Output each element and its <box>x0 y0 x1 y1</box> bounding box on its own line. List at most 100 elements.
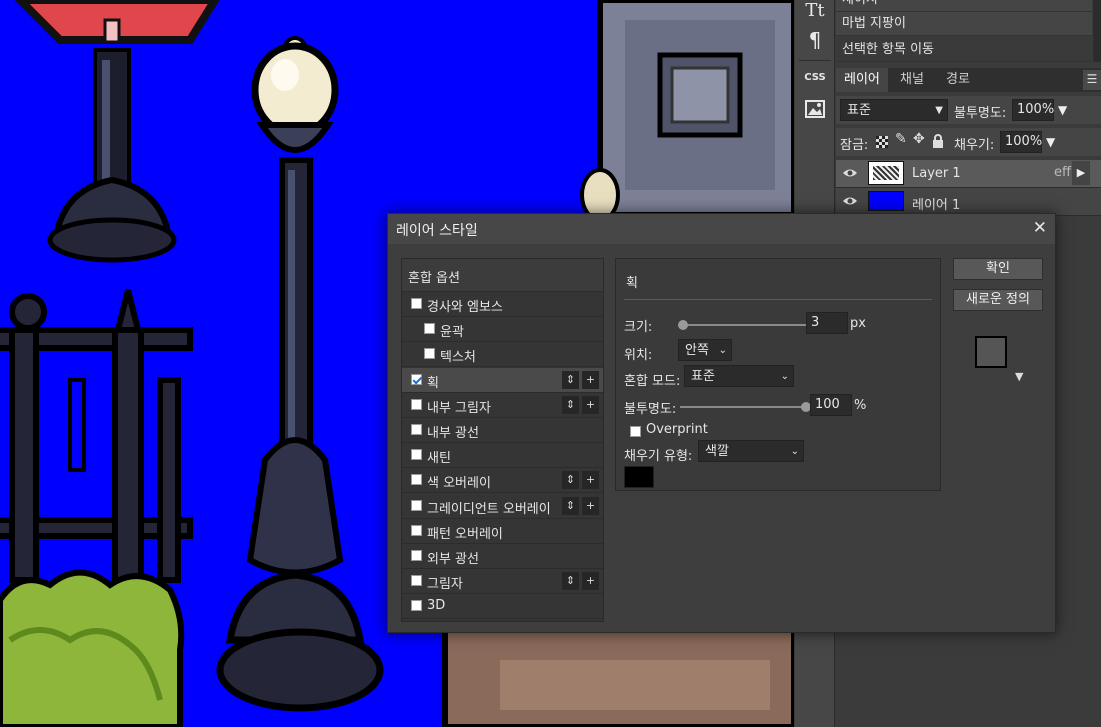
opacity-unit: % <box>854 398 867 413</box>
style-item[interactable]: 경사와 엠보스 <box>402 292 603 317</box>
reorder-icon[interactable]: ⇕ <box>562 471 579 490</box>
blending-options-item[interactable]: 혼합 옵션 <box>402 259 603 292</box>
style-label: 새틴 <box>427 451 451 467</box>
add-icon[interactable]: + <box>582 370 599 389</box>
style-label: 경사와 엠보스 <box>427 300 503 315</box>
blend-opacity-row: 표준 ▼ 불투명도: 100% ▼ <box>836 96 1101 124</box>
style-checkbox[interactable] <box>424 348 435 360</box>
style-item[interactable]: 색 오버레이 ⇕ + <box>402 468 603 494</box>
style-item[interactable]: 윤곽 <box>402 317 603 343</box>
add-icon[interactable]: + <box>582 395 599 414</box>
opacity-input[interactable]: 100 <box>810 394 852 416</box>
dialog-titlebar[interactable]: 레이어 스타일 ✕ <box>388 214 1055 244</box>
paragraph-icon[interactable]: ¶ <box>795 28 835 52</box>
blend-mode-value: 표준 <box>691 369 715 384</box>
eye-icon[interactable] <box>842 166 858 180</box>
layer-fill-input[interactable]: 100% <box>1000 131 1042 153</box>
style-preview <box>975 336 1007 368</box>
style-checkbox[interactable] <box>411 524 422 536</box>
style-label: 그레이디언트 오버레이 <box>427 501 551 517</box>
layer-blend-select[interactable]: 표준 ▼ <box>840 99 948 121</box>
style-label: 패턴 오버레이 <box>427 526 503 542</box>
style-item[interactable]: 텍스처 <box>402 342 603 368</box>
overprint-label: Overprint <box>646 422 708 437</box>
add-icon[interactable]: + <box>582 471 599 490</box>
history-item-current[interactable]: 선택한 항목 이동 <box>836 38 1092 62</box>
style-item[interactable]: 3D <box>402 594 603 620</box>
style-label: 그림자 <box>427 577 463 593</box>
text-tool-icon[interactable]: Tt <box>795 0 835 21</box>
reorder-icon[interactable]: ⇕ <box>562 496 579 515</box>
style-checkbox[interactable] <box>411 499 422 511</box>
history-scrollbar[interactable] <box>1093 0 1101 62</box>
style-checkbox[interactable] <box>411 373 422 385</box>
style-checkbox[interactable] <box>411 424 422 435</box>
layer-row[interactable]: 레이어 1 <box>836 188 1101 216</box>
history-item[interactable]: 마법 지팡이 <box>836 12 1092 36</box>
css-button[interactable]: CSS <box>795 72 835 83</box>
hamburger-icon[interactable]: ☰ <box>1083 70 1101 90</box>
expand-arrow-icon[interactable]: ▶ <box>1072 161 1090 185</box>
style-checkbox[interactable] <box>411 474 422 486</box>
layer-thumbnail <box>868 191 904 211</box>
opacity-slider[interactable] <box>680 406 806 408</box>
style-label: 텍스처 <box>440 350 476 366</box>
style-checkbox[interactable] <box>424 323 435 335</box>
close-icon[interactable]: ✕ <box>1033 218 1047 238</box>
style-item[interactable]: 내부 광선 <box>402 418 603 443</box>
reorder-icon[interactable]: ⇕ <box>562 572 579 591</box>
brush-icon[interactable]: ✎ <box>895 131 907 147</box>
image-icon[interactable] <box>795 100 835 122</box>
ok-button[interactable]: 확인 <box>953 258 1043 280</box>
layer-opacity-label: 불투명도: <box>954 106 1007 121</box>
fill-type-value: 색깔 <box>705 444 729 459</box>
tab-layers[interactable]: 레이어 <box>836 68 888 92</box>
new-style-button[interactable]: 새로운 정의 <box>953 289 1043 311</box>
toolbar-divider <box>799 60 831 61</box>
chevron-down-icon[interactable]: ▼ <box>1058 103 1067 117</box>
effects-badge[interactable]: eff <box>1054 165 1071 180</box>
style-item[interactable]: 외부 광선 <box>402 544 603 569</box>
reorder-icon[interactable]: ⇕ <box>562 370 579 389</box>
move-icon[interactable]: ✥ <box>913 131 925 147</box>
reorder-icon[interactable]: ⇕ <box>562 395 579 414</box>
style-label: 획 <box>427 375 439 391</box>
layer-opacity-input[interactable]: 100% <box>1012 99 1054 121</box>
style-item[interactable]: 새틴 <box>402 443 603 469</box>
style-item[interactable]: 그레이디언트 오버레이 ⇕ + <box>402 494 603 519</box>
blend-mode-select[interactable]: 표준 ⌄ <box>684 365 794 387</box>
eye-icon[interactable] <box>842 194 858 208</box>
chevron-down-icon[interactable]: ▼ <box>1046 135 1055 149</box>
dialog-title: 레이어 스타일 <box>396 223 478 239</box>
tab-channels[interactable]: 채널 <box>892 68 932 92</box>
style-checkbox[interactable] <box>411 550 422 561</box>
tab-paths[interactable]: 경로 <box>938 68 978 92</box>
size-slider[interactable] <box>682 324 808 326</box>
style-label: 윤곽 <box>440 325 464 341</box>
lock-transparency-icon[interactable] <box>876 136 888 148</box>
add-icon[interactable]: + <box>582 572 599 591</box>
blending-options-label: 혼합 옵션 <box>408 271 460 286</box>
fill-type-select[interactable]: 색깔 ⌄ <box>698 440 804 462</box>
size-slider-knob[interactable] <box>678 320 688 330</box>
style-checkbox[interactable] <box>411 298 422 309</box>
fill-type-label: 채우기 유형: <box>624 449 693 464</box>
history-item[interactable]: 세이지 <box>836 0 1092 12</box>
add-icon[interactable]: + <box>582 496 599 515</box>
style-label: 외부 광선 <box>427 552 479 567</box>
size-input[interactable]: 3 <box>806 312 848 334</box>
style-item[interactable]: 획 ⇕ + <box>402 367 603 393</box>
lock-icon[interactable] <box>932 134 944 152</box>
style-item[interactable]: 내부 그림자 ⇕ + <box>402 393 603 418</box>
position-select[interactable]: 안쪽 ⌄ <box>678 339 732 361</box>
overprint-checkbox[interactable] <box>630 426 641 437</box>
layer-row[interactable]: Layer 1 eff ▶ <box>836 160 1101 188</box>
style-item[interactable]: 그림자 ⇕ + <box>402 569 603 595</box>
style-checkbox[interactable] <box>411 449 422 461</box>
style-item[interactable]: 패턴 오버레이 <box>402 519 603 544</box>
stroke-color-swatch[interactable] <box>624 466 654 488</box>
style-checkbox[interactable] <box>411 575 422 587</box>
preview-toggle-icon[interactable]: ▼ <box>1015 370 1023 383</box>
style-checkbox[interactable] <box>411 398 422 410</box>
style-checkbox[interactable] <box>411 600 422 612</box>
